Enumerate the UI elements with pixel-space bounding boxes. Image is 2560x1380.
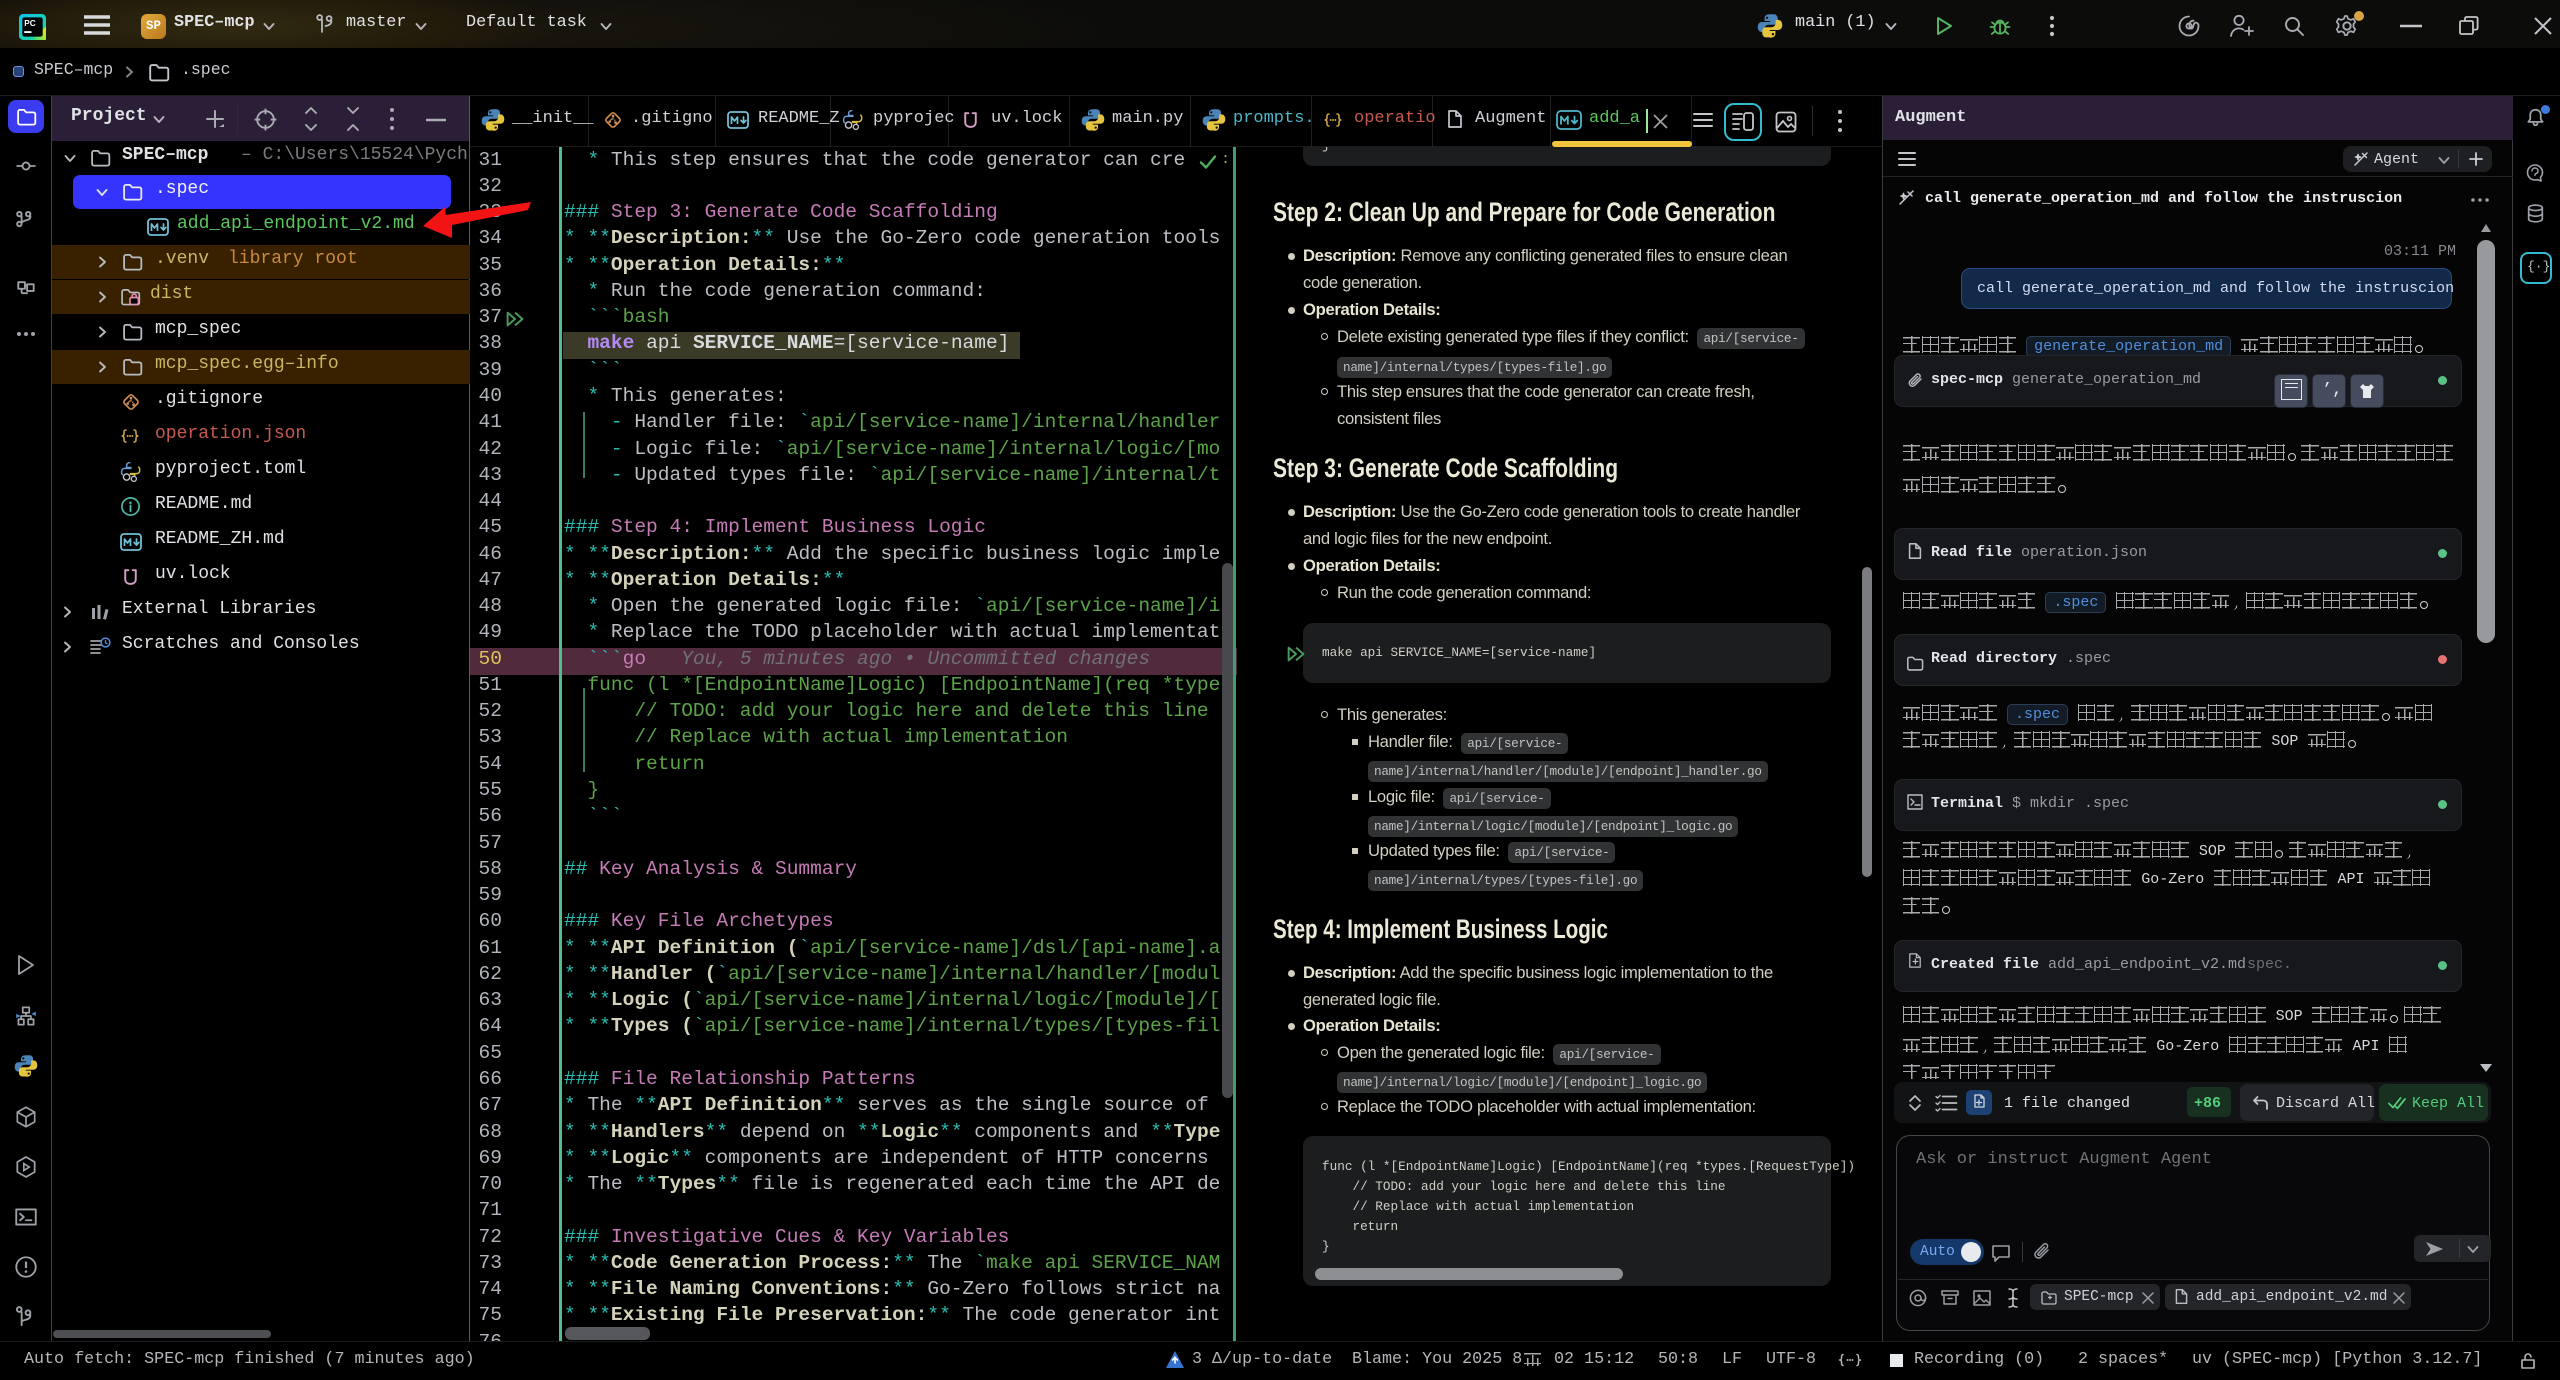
svg-text:PC: PC [24,18,36,28]
